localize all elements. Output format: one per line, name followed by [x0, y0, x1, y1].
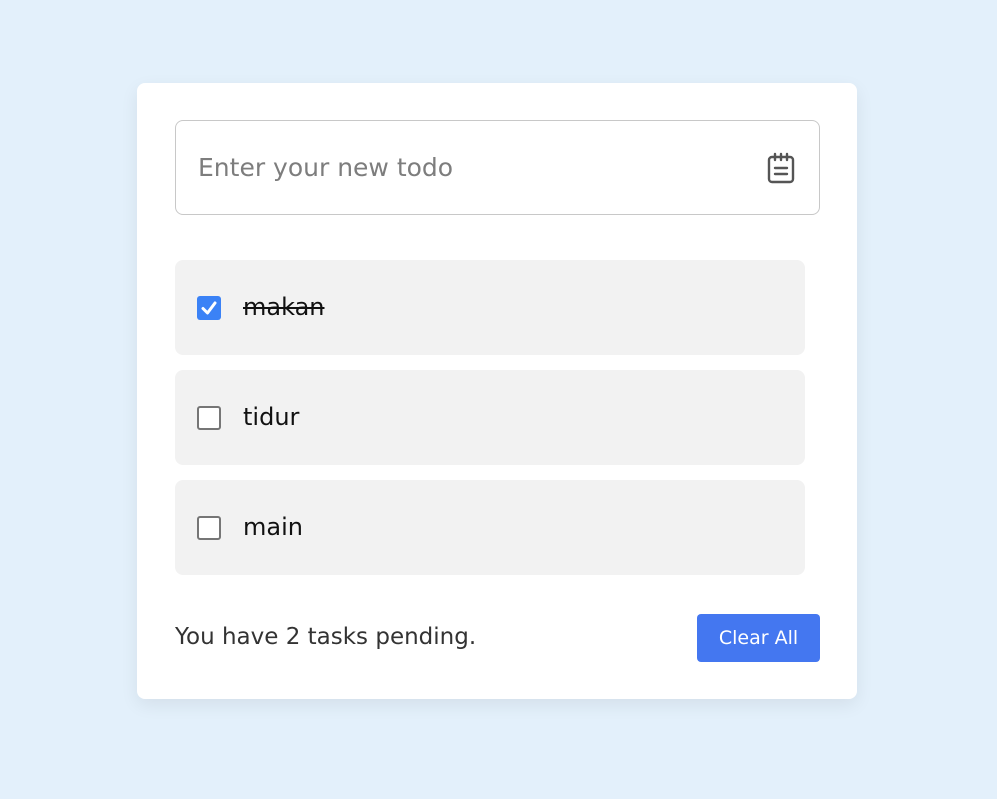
clear-all-button[interactable]: Clear All	[697, 614, 820, 662]
todo-item: tidur	[175, 370, 805, 465]
todo-text: main	[243, 513, 303, 541]
new-todo-field	[175, 120, 820, 215]
pending-count-text: You have 2 tasks pending.	[175, 624, 477, 650]
checkmark-icon	[201, 301, 217, 315]
new-todo-input[interactable]	[176, 121, 736, 214]
todo-card: makan tidur main You have 2 tasks pendin…	[137, 83, 857, 699]
todo-checkbox[interactable]	[197, 516, 221, 540]
todo-list: makan tidur main	[175, 260, 805, 590]
todo-text: makan	[243, 293, 325, 321]
todo-item: main	[175, 480, 805, 575]
todo-text: tidur	[243, 403, 300, 431]
todo-item: makan	[175, 260, 805, 355]
todo-checkbox[interactable]	[197, 406, 221, 430]
notepad-icon[interactable]	[766, 152, 796, 184]
todo-checkbox[interactable]	[197, 296, 221, 320]
